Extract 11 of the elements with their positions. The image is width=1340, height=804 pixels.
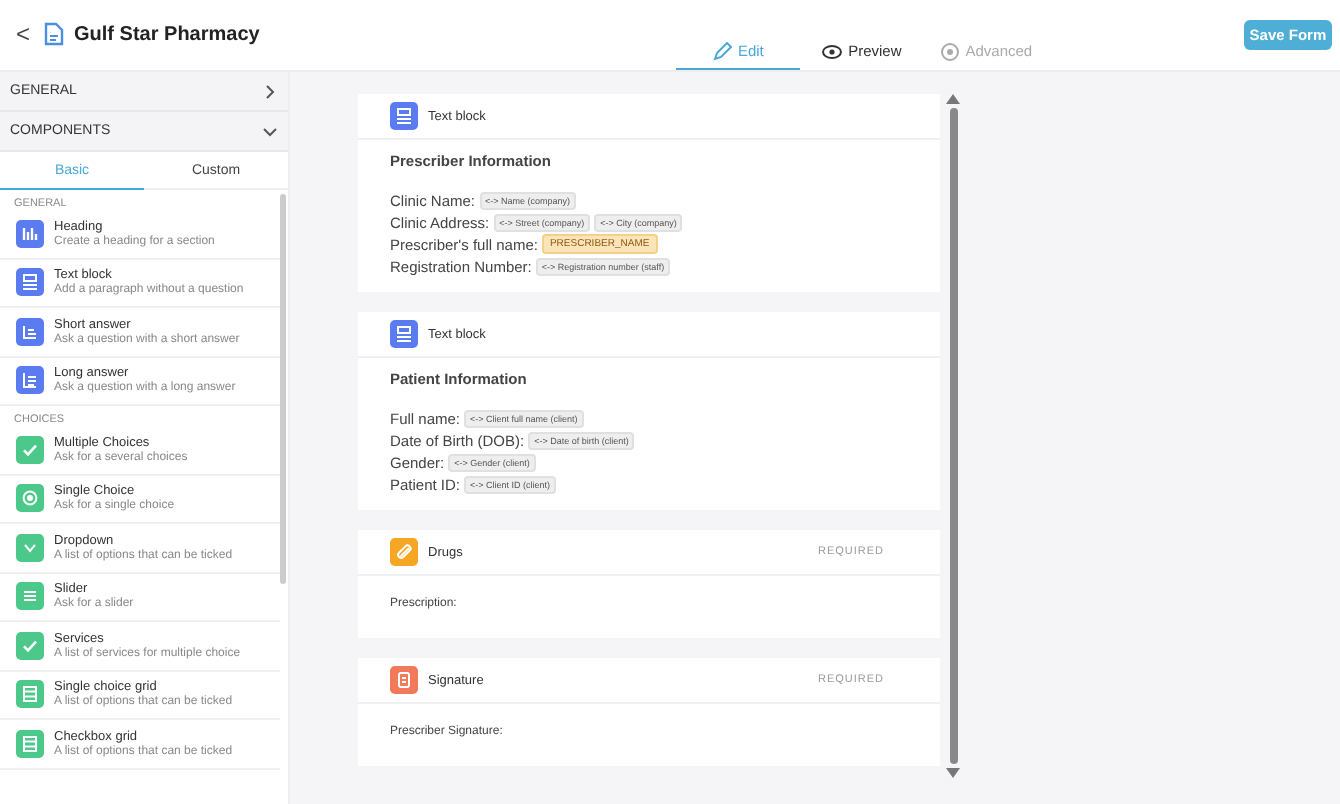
chevron-down-icon: [262, 123, 278, 139]
scrollbar[interactable]: [280, 194, 286, 584]
eye-icon: [822, 41, 843, 61]
page-title: Gulf Star Pharmacy: [74, 23, 260, 45]
document-icon: [44, 22, 65, 46]
back-button[interactable]: <: [12, 20, 35, 48]
pencil-icon: [711, 41, 732, 61]
scroll-up-icon: [946, 94, 960, 104]
chevron-right-icon: [262, 83, 278, 99]
scroll-down-icon: [946, 768, 960, 778]
scrollbar[interactable]: [949, 108, 957, 764]
